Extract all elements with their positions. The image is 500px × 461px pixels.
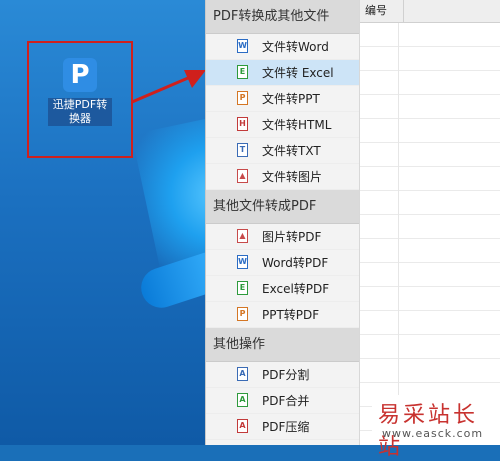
menu-group-header[interactable]: 其他操作 <box>206 328 360 362</box>
menu-item[interactable]: T 文件转TXT <box>206 138 360 164</box>
pdf-compress-icon: A <box>237 419 248 433</box>
pdf-merge-icon: A <box>237 393 248 407</box>
menu-item-label: 文件转 Excel <box>262 66 334 80</box>
annotation-highlight-box <box>27 41 133 158</box>
menu-item-label: Excel转PDF <box>262 282 330 296</box>
menu-item[interactable]: ▲ 图片转PDF <box>206 224 360 250</box>
menu-item[interactable]: P 文件转PPT <box>206 86 360 112</box>
menu-group: 其他文件转成PDF ▲ 图片转PDF W Word转PDF E Excel转PDF P PPT转… <box>206 190 360 328</box>
word-doc-icon: W <box>237 39 248 53</box>
menu-item-label: 文件转HTML <box>262 118 332 132</box>
menu-item-label: 文件转TXT <box>262 144 321 158</box>
menu-group-header[interactable]: PDF转换成其他文件 <box>206 0 360 34</box>
menu-item-label: PPT转PDF <box>262 308 320 322</box>
ppt-doc-icon: P <box>237 307 248 321</box>
column-divider <box>398 23 399 445</box>
image-doc-icon: ▲ <box>237 169 248 183</box>
menu-item[interactable]: W 文件转Word <box>206 34 360 60</box>
table-body <box>360 23 500 445</box>
html-doc-icon: H <box>237 117 248 131</box>
table-header: 编号 <box>360 0 500 23</box>
menu-item[interactable]: A PDF压缩 <box>206 414 360 440</box>
pdf-split-icon: A <box>237 367 248 381</box>
menu-group: 其他操作 A PDF分割 A PDF合并 A PDF压缩 <box>206 328 360 440</box>
column-header-number[interactable]: 编号 <box>360 0 404 22</box>
menu-item[interactable]: E 文件转 Excel <box>206 60 360 86</box>
menu-item-label: 文件转Word <box>262 40 329 54</box>
menu-group: PDF转换成其他文件 W 文件转Word E 文件转 Excel P 文件转PPT H 文件转H… <box>206 0 360 190</box>
menu-item-label: Word转PDF <box>262 256 329 270</box>
menu-item[interactable]: H 文件转HTML <box>206 112 360 138</box>
menu-item[interactable]: E Excel转PDF <box>206 276 360 302</box>
word-doc-icon: W <box>237 255 248 269</box>
menu-group-header[interactable]: 其他文件转成PDF <box>206 190 360 224</box>
txt-doc-icon: T <box>237 143 248 157</box>
annotation-arrow-icon <box>131 70 206 104</box>
excel-doc-icon: E <box>237 65 248 79</box>
menu-item[interactable]: A PDF分割 <box>206 362 360 388</box>
menu-item[interactable]: W Word转PDF <box>206 250 360 276</box>
menu-item[interactable]: ▲ 文件转图片 <box>206 164 360 190</box>
watermark-url: www.easck.com <box>382 427 484 440</box>
menu-item-label: 图片转PDF <box>262 230 322 244</box>
file-list-table: 编号 <box>359 0 500 445</box>
menu-item-label: 文件转图片 <box>262 170 323 184</box>
ppt-doc-icon: P <box>237 91 248 105</box>
image-doc-icon: ▲ <box>237 229 248 243</box>
menu-item[interactable]: P PPT转PDF <box>206 302 360 328</box>
site-watermark: 易采站长站 www.easck.com <box>372 395 500 460</box>
menu-item[interactable]: A PDF合并 <box>206 388 360 414</box>
menu-item-label: 文件转PPT <box>262 92 320 106</box>
menu-item-label: PDF压缩 <box>262 420 310 434</box>
menu-item-label: PDF合并 <box>262 394 310 408</box>
menu-item-label: PDF分割 <box>262 368 310 382</box>
conversion-menu: PDF转换成其他文件 W 文件转Word E 文件转 Excel P 文件转PPT H 文件转H… <box>205 0 360 445</box>
excel-doc-icon: E <box>237 281 248 295</box>
